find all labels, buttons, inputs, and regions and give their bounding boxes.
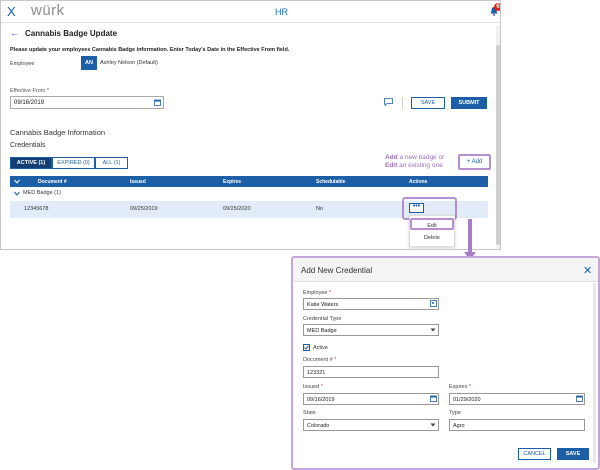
save-button[interactable]: SAVE: [411, 97, 445, 109]
actions-menu: Edit Delete: [409, 215, 455, 247]
employee-field-label-text: Employee: [303, 290, 328, 296]
calendar-icon[interactable]: [154, 99, 161, 106]
required-marker: *: [468, 384, 472, 390]
required-marker: *: [329, 290, 332, 296]
add-credential-dialog: Add New Credential ✕ Employee * Katie Wa…: [291, 256, 600, 470]
callout-edit-word: Edit: [385, 162, 398, 169]
credential-type-select[interactable]: MED Badge: [303, 324, 439, 336]
back-arrow-icon[interactable]: ←: [10, 28, 19, 38]
callout-line2: an existing one: [397, 162, 443, 169]
document-field[interactable]: 123321: [303, 366, 439, 378]
calendar-icon[interactable]: [430, 395, 437, 402]
connector-line: [468, 219, 472, 255]
callout-add-word: Add: [385, 154, 398, 161]
menu-item-edit[interactable]: Edit: [410, 218, 454, 230]
notification-badge: 6: [494, 3, 500, 11]
chevron-down-icon[interactable]: [14, 191, 20, 196]
issued-label: Issued *: [303, 384, 323, 390]
state-select[interactable]: Colorado: [303, 419, 439, 431]
tab-all[interactable]: ALL (1): [95, 157, 128, 169]
table-header: Document # Issued Expires Schedulable Ac…: [10, 176, 488, 187]
callout-line1: a new badge or: [397, 154, 445, 161]
type-field[interactable]: Agro: [449, 419, 585, 431]
main-window: X würk HR 6 ← Cannabis Badge Update Pleas…: [0, 0, 501, 250]
column-header-schedulable[interactable]: Schedulable: [316, 179, 345, 185]
employee-name: Ashley Nelson (Default): [100, 60, 158, 66]
close-icon[interactable]: ✕: [583, 264, 592, 277]
instructions-text: Please update your employees Cannabis Ba…: [10, 47, 290, 53]
page-title-text: Cannabis Badge Update: [25, 29, 118, 38]
document-label: Document # *: [303, 357, 336, 363]
credentials-title: Credentials: [10, 142, 46, 149]
close-icon[interactable]: X: [7, 4, 16, 19]
cell-schedulable: No: [316, 206, 324, 212]
cell-issued: 09/25/2019: [130, 206, 158, 212]
expires-label-text: Expires: [449, 384, 468, 390]
tab-expired[interactable]: EXPIRED (0): [52, 157, 95, 169]
employee-avatar: AN: [81, 56, 97, 70]
effective-from-input[interactable]: 09/16/2019: [10, 96, 164, 109]
document-label-text: Document #: [303, 357, 333, 363]
tab-active[interactable]: ACTIVE (1): [10, 157, 52, 169]
module-title: HR: [275, 7, 288, 17]
state-label: State: [303, 410, 316, 416]
cancel-button[interactable]: CANCEL: [518, 448, 551, 460]
expires-date-input[interactable]: 01/29/2020: [449, 393, 585, 405]
effective-from-label: Effective From *: [10, 88, 50, 94]
employee-label: Employee: [10, 61, 35, 67]
type-label: Type: [449, 410, 461, 416]
top-bar: X würk HR 6: [1, 1, 500, 23]
checkmark-icon: [304, 345, 309, 350]
cell-document: 12345678: [24, 206, 49, 212]
chevron-down-icon[interactable]: [430, 423, 436, 427]
credential-tabs: ACTIVE (1) EXPIRED (0) ALL (1): [10, 157, 128, 169]
menu-item-delete[interactable]: Delete: [410, 235, 454, 241]
credential-type-label: Credential Type: [303, 316, 342, 322]
column-header-issued[interactable]: Issued: [130, 179, 146, 185]
person-search-icon[interactable]: [430, 300, 437, 307]
callout-annotation: Add a new badge or Edit an existing one: [385, 154, 444, 170]
column-header-expires[interactable]: Expires: [223, 179, 241, 185]
dialog-title: Add New Credential: [301, 266, 373, 275]
chevron-down-icon[interactable]: [14, 179, 20, 184]
column-header-actions: Actions: [409, 179, 428, 185]
required-marker: *: [320, 384, 323, 390]
dialog-header: Add New Credential ✕: [293, 258, 598, 282]
chevron-down-icon[interactable]: [430, 328, 436, 332]
group-label: MED Badge (1): [23, 190, 61, 196]
dialog-scrollbar[interactable]: [593, 283, 596, 463]
employee-field[interactable]: Katie Waters: [303, 298, 439, 310]
scrollbar[interactable]: [496, 25, 500, 249]
active-label: Active: [313, 345, 328, 351]
issued-date-input[interactable]: 09/16/2019: [303, 393, 439, 405]
divider: [402, 97, 403, 109]
save-button[interactable]: SAVE: [557, 448, 589, 460]
active-checkbox[interactable]: [303, 344, 310, 351]
app-logo: würk: [31, 2, 65, 19]
scrollbar-thumb[interactable]: [496, 45, 500, 245]
calendar-icon[interactable]: [576, 395, 583, 402]
issued-label-text: Issued: [303, 384, 320, 390]
section-title: Cannabis Badge Information: [10, 128, 106, 137]
row-actions-button[interactable]: •••: [409, 203, 424, 213]
cell-expires: 09/25/2020: [223, 206, 251, 212]
employee-field-label: Employee *: [303, 290, 331, 296]
column-header-document[interactable]: Document #: [38, 179, 67, 185]
add-credential-button[interactable]: + Add: [458, 154, 491, 170]
comment-icon[interactable]: [384, 98, 393, 106]
required-marker: *: [334, 357, 337, 363]
page-title: ← Cannabis Badge Update: [10, 28, 117, 38]
expires-label: Expires *: [449, 384, 471, 390]
submit-button[interactable]: SUBMIT: [451, 97, 487, 109]
